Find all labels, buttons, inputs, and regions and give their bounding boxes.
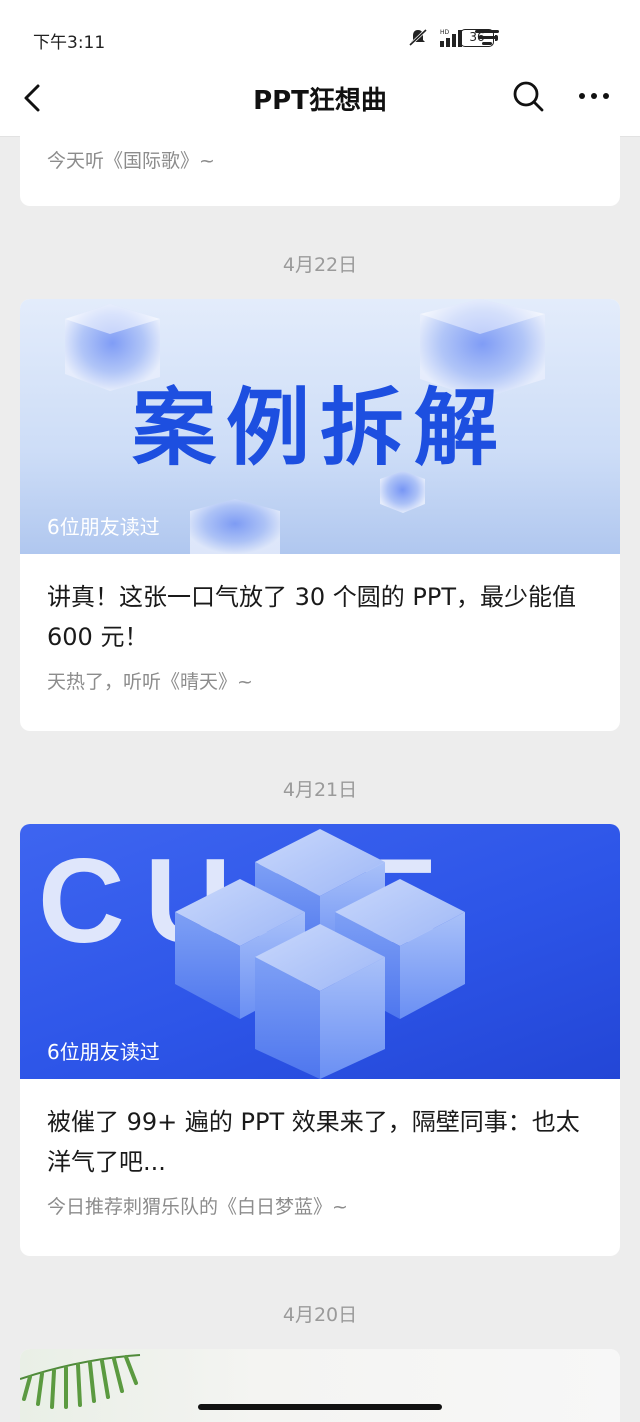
date-label: 4月20日 (282, 1304, 358, 1326)
hd-label: HD (440, 29, 450, 36)
friends-read-label: 6位朋友读过 (47, 515, 160, 539)
date-label: 4月21日 (282, 779, 358, 801)
battery-icon: 36 (460, 29, 498, 47)
date-label: 4月22日 (282, 254, 358, 276)
search-button[interactable] (510, 78, 546, 114)
search-icon (513, 81, 544, 112)
cover-title-text: 案例拆解 (131, 379, 508, 477)
more-dots-icon (579, 93, 609, 99)
article-card-partial[interactable]: 今天听《国际歌》~ (20, 136, 620, 206)
article-card[interactable]: CUBE (20, 824, 620, 1256)
more-button[interactable] (574, 78, 614, 114)
article-cover-image: CUBE (20, 824, 620, 1079)
article-card[interactable]: 案例拆解 6位朋友读过 讲真！这张一口气放了 30 个圆的 PPT，最少能值 6… (20, 299, 620, 731)
mute-bell-icon (408, 28, 428, 47)
article-subtitle: 今日推荐刺猬乐队的《白日梦蓝》~ (47, 1196, 348, 1218)
home-indicator[interactable] (198, 1404, 442, 1410)
article-cover-image (20, 1349, 620, 1422)
palm-leaf-illustration (20, 1354, 141, 1409)
article-feed: 今天听《国际歌》~ 4月22日 案例拆解 6位朋友读过 讲真！这张一口气放了 3… (0, 136, 640, 1422)
article-cover-image: 案例拆解 6位朋友读过 (20, 299, 620, 554)
status-time: 下午3:11 (33, 33, 106, 53)
friends-read-label: 6位朋友读过 (47, 1040, 160, 1064)
article-subtitle: 今天听《国际歌》~ (47, 150, 215, 172)
article-title: 被催了 99+ 遍的 PPT 效果来了，隔壁同事：也太洋气了吧... (47, 1108, 580, 1176)
article-card-partial[interactable] (20, 1349, 620, 1422)
nav-bar: PPT狂想曲 (0, 58, 640, 137)
article-subtitle: 天热了，听听《晴天》~ (47, 671, 253, 693)
article-title: 讲真！这张一口气放了 30 个圆的 PPT，最少能值 600 元！ (47, 583, 577, 651)
